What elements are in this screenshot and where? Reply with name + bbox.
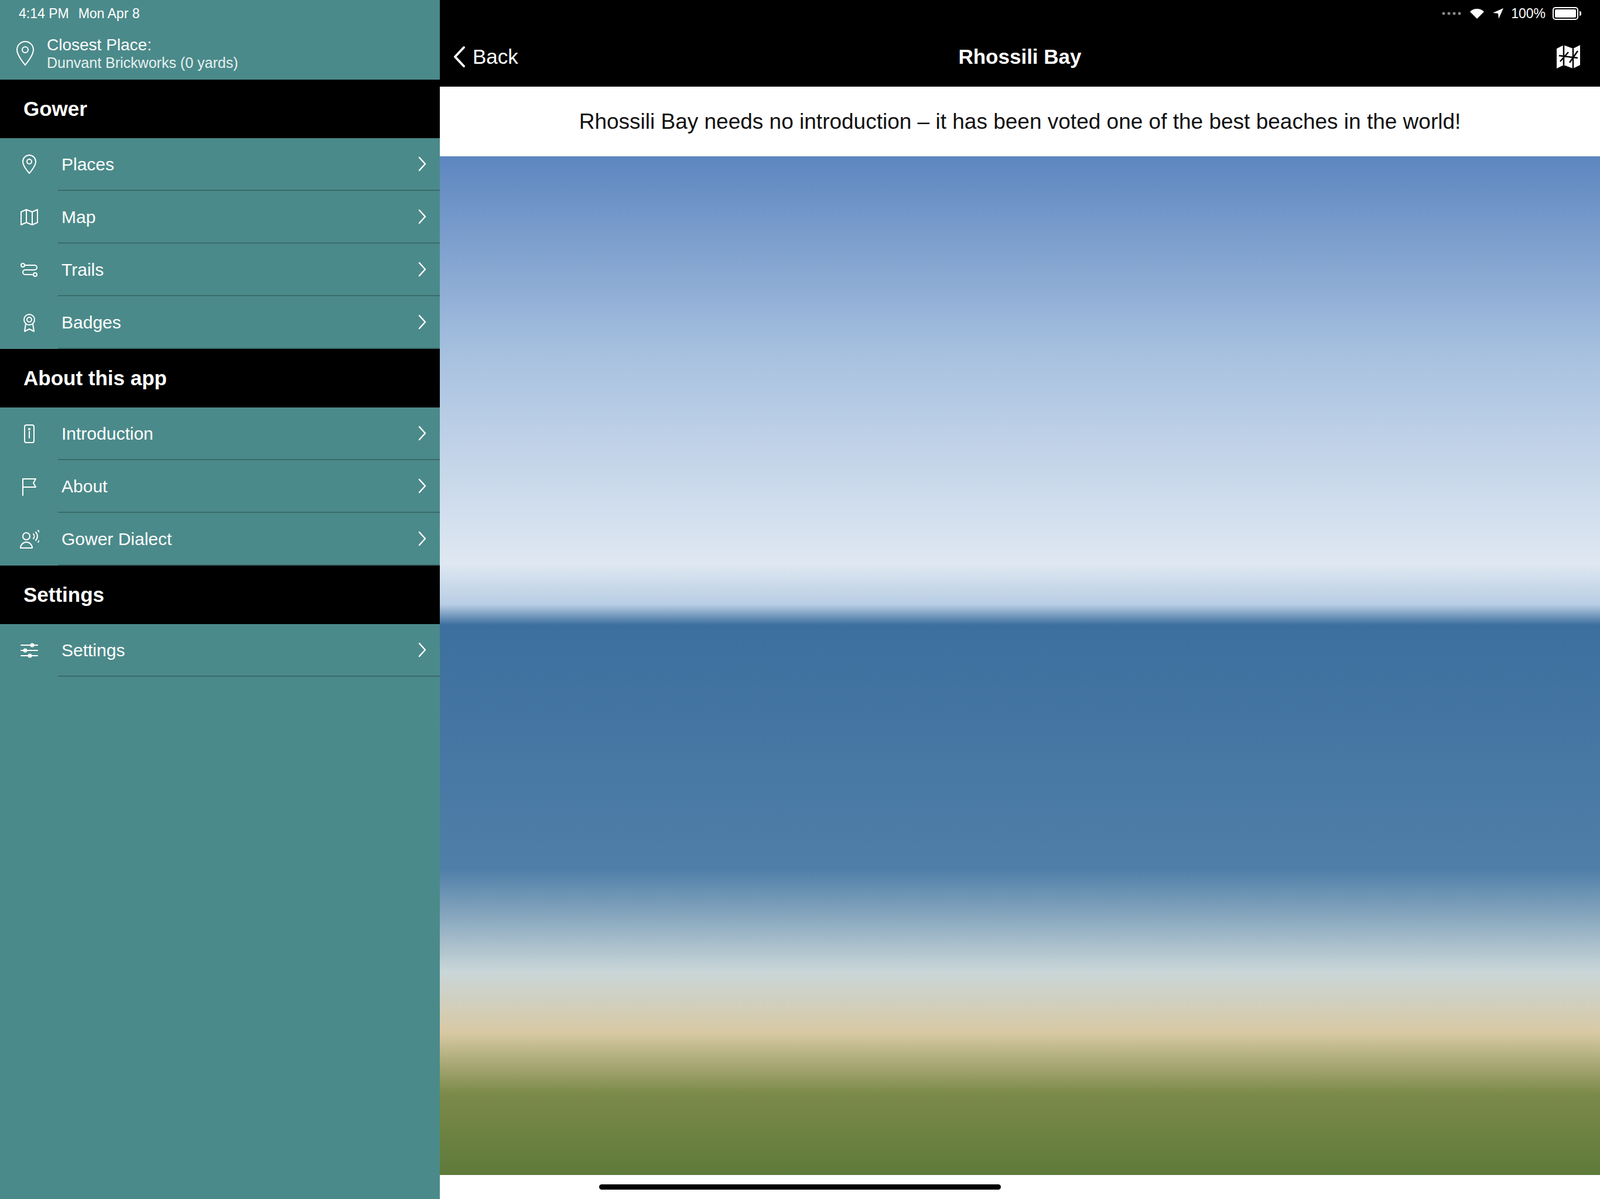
sidebar-item[interactable]: Introduction bbox=[0, 407, 440, 461]
sidebar-item[interactable]: Map bbox=[0, 190, 440, 244]
time: 4:14 PM bbox=[18, 3, 70, 25]
sidebar-item-label: Map bbox=[61, 203, 96, 231]
section-title: Gower bbox=[23, 93, 88, 125]
map-icon bbox=[19, 207, 40, 228]
closest-place-label: Closest Place: bbox=[46, 35, 238, 55]
status-bar-right: 100% bbox=[439, 0, 1600, 27]
sidebar: 4:14 PM Mon Apr 8 Closest Place: Dunvant… bbox=[0, 0, 440, 1199]
pin-icon bbox=[19, 154, 40, 175]
sidebar-item[interactable]: Trails bbox=[0, 243, 440, 297]
battery-icon bbox=[1552, 7, 1582, 20]
phone-info-icon bbox=[19, 424, 40, 444]
section-header: Gower bbox=[0, 79, 440, 139]
location-icon bbox=[1492, 7, 1504, 20]
sidebar-item[interactable]: Settings bbox=[0, 624, 440, 678]
section-title: About this app bbox=[23, 363, 167, 395]
map-icon bbox=[1555, 43, 1582, 70]
sidebar-item[interactable]: Gower Dialect bbox=[0, 513, 440, 566]
back-chevron-icon bbox=[452, 45, 466, 68]
flag-icon bbox=[19, 476, 40, 497]
chevron-icon bbox=[417, 155, 427, 173]
sidebar-item[interactable]: Places bbox=[0, 138, 440, 191]
sidebar-item-label: Settings bbox=[61, 637, 125, 664]
chevron-icon bbox=[417, 530, 427, 547]
closest-place-value: Dunvant Brickworks (0 yards) bbox=[46, 54, 238, 72]
back-button[interactable]: Back bbox=[452, 26, 519, 87]
back-label: Back bbox=[472, 41, 519, 73]
chevron-icon bbox=[417, 641, 427, 659]
photo bbox=[439, 156, 1600, 1176]
speaker-icon bbox=[19, 529, 40, 550]
section-header: About this app bbox=[0, 349, 440, 408]
chevron-icon bbox=[417, 477, 427, 495]
detail-pane: 100% Back Rhossili Bay bbox=[439, 0, 1600, 1199]
map-button[interactable] bbox=[1555, 26, 1582, 87]
chevron-icon bbox=[417, 208, 427, 225]
sidebar-item-label: Badges bbox=[61, 309, 122, 336]
sidebar-item[interactable]: About bbox=[0, 460, 440, 514]
battery-fill bbox=[1554, 9, 1576, 18]
sidebar-item-label: About bbox=[61, 473, 108, 500]
status-bar-left: 4:14 PM Mon Apr 8 bbox=[0, 0, 440, 27]
wifi-icon bbox=[1468, 7, 1486, 20]
sidebar-item-label: Introduction bbox=[61, 420, 154, 447]
sliders-icon bbox=[19, 640, 40, 661]
sidebar-item[interactable]: Badges bbox=[0, 296, 440, 350]
description-text: Rhossili Bay needs no introduction – it … bbox=[579, 105, 1462, 139]
section-header: Settings bbox=[0, 565, 440, 625]
badge-icon bbox=[19, 312, 40, 333]
page-title: Rhossili Bay bbox=[958, 41, 1082, 73]
pin-icon bbox=[15, 40, 36, 67]
sidebar-item-label: Places bbox=[61, 151, 115, 178]
section-title: Settings bbox=[23, 579, 105, 611]
nav-bar: 100% Back Rhossili Bay bbox=[439, 0, 1600, 87]
sidebar-item-label: Trails bbox=[61, 256, 104, 283]
chevron-icon bbox=[417, 261, 427, 278]
battery-percent: 100% bbox=[1510, 3, 1546, 25]
closest-place[interactable]: Closest Place: Dunvant Brickworks (0 yar… bbox=[0, 26, 440, 80]
sidebar-item-label: Gower Dialect bbox=[61, 525, 172, 553]
trails-icon bbox=[19, 260, 40, 280]
chevron-icon bbox=[417, 425, 427, 442]
home-indicator[interactable] bbox=[599, 1184, 1001, 1191]
chevron-icon bbox=[417, 313, 427, 331]
signal-icon bbox=[1441, 11, 1462, 16]
date: Mon Apr 8 bbox=[78, 3, 140, 25]
description: Rhossili Bay needs no introduction – it … bbox=[439, 86, 1600, 157]
